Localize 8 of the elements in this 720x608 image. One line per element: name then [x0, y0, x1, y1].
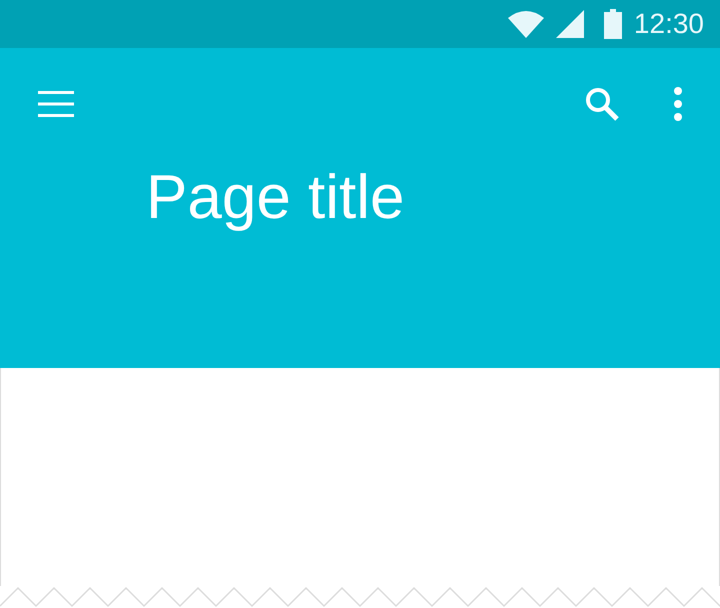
menu-icon[interactable]: [38, 91, 74, 117]
battery-icon: [604, 9, 622, 39]
page-title: Page title: [146, 162, 406, 233]
wifi-icon: [508, 10, 544, 38]
status-time: 12:30: [634, 8, 704, 40]
signal-icon: [556, 10, 584, 38]
search-icon[interactable]: [584, 86, 620, 122]
more-options-icon[interactable]: [674, 87, 682, 121]
